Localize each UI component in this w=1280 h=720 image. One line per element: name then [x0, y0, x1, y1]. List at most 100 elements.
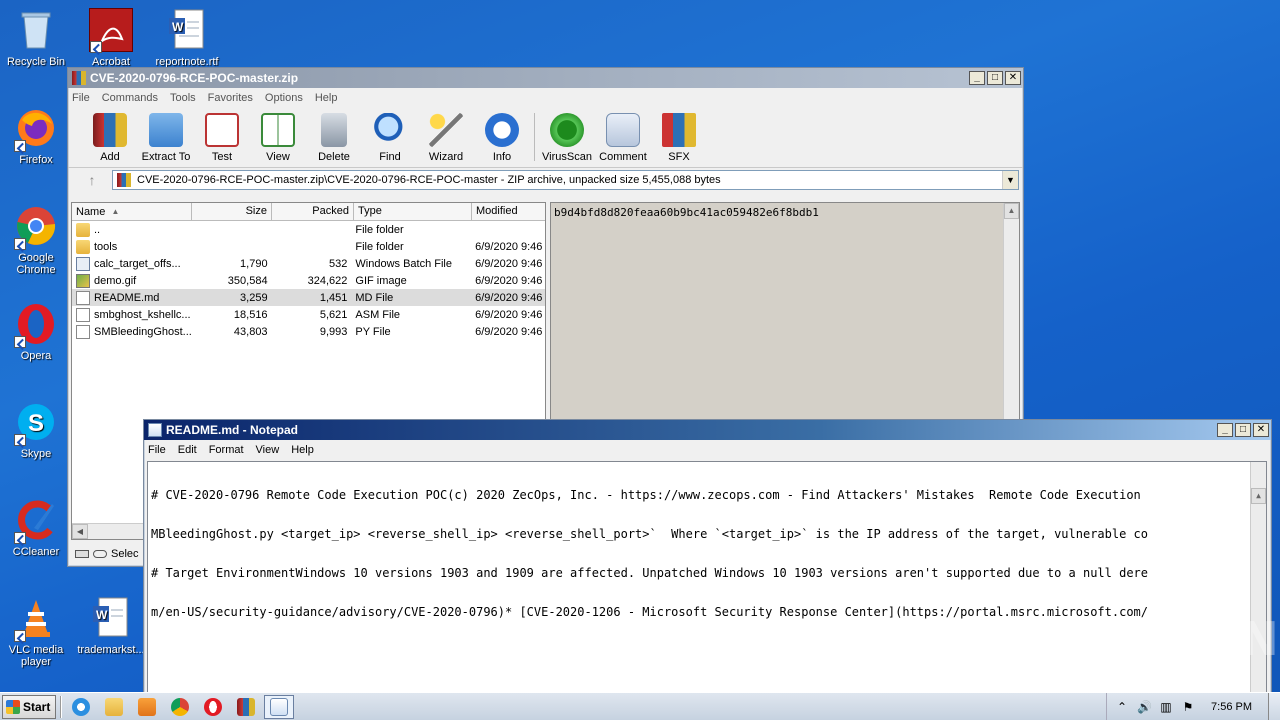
column-packed[interactable]: Packed	[272, 203, 354, 220]
file-row[interactable]: .. File folder	[72, 221, 545, 238]
menu-tools[interactable]: Tools	[170, 92, 196, 104]
winrar-toolbar: Add Extract To Test View Delete Find Wiz…	[68, 108, 1023, 168]
extract-to-button[interactable]: Extract To	[138, 113, 194, 167]
taskbar: Start ⌃ 🔊 ▥ ⚑ 7:56 PM	[0, 692, 1280, 720]
address-bar: ↑ CVE-2020-0796-RCE-POC-master.zip\CVE-2…	[68, 168, 1023, 192]
view-button[interactable]: View	[250, 113, 306, 167]
info-button[interactable]: Info	[474, 113, 530, 167]
bug-scan-icon	[550, 113, 584, 147]
show-desktop-button[interactable]	[1268, 692, 1280, 720]
desktop-icon-chrome[interactable]: Google Chrome	[1, 204, 71, 276]
close-button[interactable]: ✕	[1005, 71, 1021, 85]
action-center-flag-icon[interactable]: ⚑	[1181, 700, 1195, 714]
maximize-button[interactable]: □	[987, 71, 1003, 85]
key-icon	[93, 550, 107, 558]
delete-button[interactable]: Delete	[306, 113, 362, 167]
winrar-icon	[237, 697, 255, 716]
volume-icon[interactable]: 🔊	[1137, 700, 1152, 714]
menu-help[interactable]: Help	[291, 444, 314, 456]
chrome-icon	[171, 697, 189, 716]
find-button[interactable]: Find	[362, 113, 418, 167]
minimize-button[interactable]: _	[969, 71, 985, 85]
address-path-text: CVE-2020-0796-RCE-POC-master.zip\CVE-202…	[137, 174, 721, 186]
wizard-button[interactable]: Wizard	[418, 113, 474, 167]
test-button[interactable]: Test	[194, 113, 250, 167]
virusscan-button[interactable]: VirusScan	[539, 113, 595, 167]
start-button[interactable]: Start	[2, 694, 56, 719]
desktop-icon-reportnote[interactable]: W reportnote.rtf	[152, 8, 222, 68]
column-modified[interactable]: Modified	[472, 203, 545, 220]
acrobat-icon	[89, 8, 133, 53]
magic-wand-icon	[429, 113, 463, 147]
column-type[interactable]: Type	[354, 203, 472, 220]
batch-file-icon	[76, 256, 90, 271]
scroll-left-icon[interactable]: ◀	[72, 524, 88, 539]
notepad-menubar: File Edit Format View Help	[144, 440, 1271, 460]
file-row[interactable]: SMBleedingGhost.... 43,803 9,993 PY File…	[72, 323, 545, 340]
desktop-icon-acrobat[interactable]: Acrobat	[76, 8, 146, 68]
vlc-icon	[14, 596, 58, 642]
column-name[interactable]: Name ▲	[72, 203, 192, 220]
add-button[interactable]: Add	[82, 113, 138, 167]
desktop-icon-firefox[interactable]: Firefox	[1, 106, 71, 166]
opera-icon	[204, 697, 222, 716]
file-row[interactable]: tools File folder 6/9/2020 9:46	[72, 238, 545, 255]
winrar-titlebar[interactable]: CVE-2020-0796-RCE-POC-master.zip _ □ ✕	[68, 68, 1023, 88]
sfx-button[interactable]: SFX	[651, 113, 707, 167]
file-row[interactable]: smbghost_kshellc... 18,516 5,621 ASM Fil…	[72, 306, 545, 323]
file-list-header: Name ▲ Size Packed Type Modified	[72, 203, 545, 221]
taskbar-opera[interactable]	[198, 695, 228, 719]
taskbar-media-player[interactable]	[132, 695, 162, 719]
desktop-icon-label: Recycle Bin	[6, 56, 66, 68]
scroll-up-icon[interactable]: ▲	[1251, 488, 1266, 504]
clock[interactable]: 7:56 PM	[1211, 701, 1252, 713]
winrar-icon	[72, 71, 86, 85]
window-title: README.md - Notepad	[166, 423, 298, 437]
column-size[interactable]: Size	[192, 203, 272, 220]
file-row-selected[interactable]: README.md 3,259 1,451 MD File 6/9/2020 9…	[72, 289, 545, 306]
scroll-up-icon[interactable]: ▲	[1004, 203, 1019, 219]
menu-options[interactable]: Options	[265, 92, 303, 104]
folder-icon	[105, 697, 123, 716]
taskbar-chrome[interactable]	[165, 695, 195, 719]
archive-icon	[117, 173, 131, 187]
menu-help[interactable]: Help	[315, 92, 338, 104]
file-row[interactable]: calc_target_offs... 1,790 532 Windows Ba…	[72, 255, 545, 272]
desktop-icon-opera[interactable]: Opera	[1, 302, 71, 362]
comment-button[interactable]: Comment	[595, 113, 651, 167]
address-path-field[interactable]: CVE-2020-0796-RCE-POC-master.zip\CVE-202…	[112, 170, 1019, 190]
desktop-icon-recycle-bin[interactable]: Recycle Bin	[1, 8, 71, 68]
menu-view[interactable]: View	[256, 444, 280, 456]
show-hidden-icons-icon[interactable]: ⌃	[1115, 700, 1129, 714]
notepad-titlebar[interactable]: README.md - Notepad _ □ ✕	[144, 420, 1271, 440]
taskbar-explorer[interactable]	[99, 695, 129, 719]
folder-icon	[76, 222, 90, 237]
skype-icon: S	[14, 400, 58, 446]
svg-text:S: S	[28, 410, 44, 437]
maximize-button[interactable]: □	[1235, 423, 1251, 437]
menu-format[interactable]: Format	[209, 444, 244, 456]
magnifier-icon	[373, 113, 407, 147]
close-button[interactable]: ✕	[1253, 423, 1269, 437]
menu-commands[interactable]: Commands	[102, 92, 158, 104]
menu-file[interactable]: File	[72, 92, 90, 104]
file-icon	[76, 324, 90, 339]
desktop-icon-vlc[interactable]: VLC media player	[1, 596, 71, 668]
dropdown-arrow-icon[interactable]: ▼	[1002, 171, 1018, 189]
taskbar-ie[interactable]	[66, 695, 96, 719]
menu-edit[interactable]: Edit	[178, 444, 197, 456]
desktop-icon-ccleaner[interactable]: CCleaner	[1, 498, 71, 558]
menu-file[interactable]: File	[148, 444, 166, 456]
desktop-icon-skype[interactable]: S Skype	[1, 400, 71, 460]
network-icon[interactable]: ▥	[1159, 700, 1173, 714]
desktop-icon-trademarkst[interactable]: W trademarkst...	[76, 596, 146, 656]
minimize-button[interactable]: _	[1217, 423, 1233, 437]
up-arrow-icon[interactable]: ↑	[72, 172, 112, 188]
taskbar-winrar[interactable]	[231, 695, 261, 719]
menu-favorites[interactable]: Favorites	[208, 92, 253, 104]
archive-comment-text: b9d4bfd8d820feaa60b9bc41ac059482e6f8bdb1	[551, 203, 1019, 222]
file-row[interactable]: demo.gif 350,584 324,622 GIF image 6/9/2…	[72, 272, 545, 289]
firefox-icon	[14, 106, 58, 152]
notepad-icon	[270, 697, 288, 716]
taskbar-notepad[interactable]	[264, 694, 294, 719]
